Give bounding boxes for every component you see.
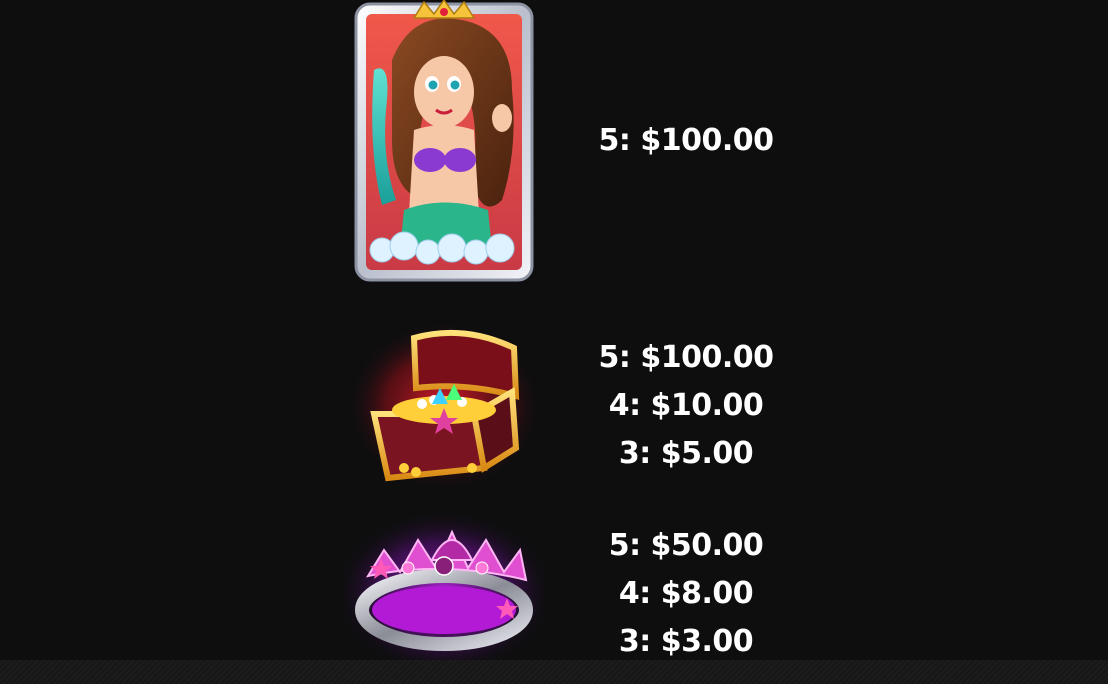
paytable-page: 5: $100.00 5: $100.00 4: $10.00 3: $5.00… (0, 0, 1108, 684)
payout-line: 5: $50.00 (608, 528, 764, 563)
paytable-row-treasure-chest: 5: $100.00 4: $10.00 3: $5.00 (0, 318, 1108, 498)
treasure-chest-payouts: 5: $100.00 4: $10.00 3: $5.00 (586, 334, 786, 478)
treasure-chest-icon (344, 318, 544, 494)
payout-line: 5: $100.00 (598, 123, 774, 158)
bottom-strip (0, 660, 1108, 684)
payout-line: 3: $3.00 (618, 624, 754, 659)
mermaid-payouts: 5: $100.00 (586, 117, 786, 165)
payout-line: 4: $8.00 (618, 576, 754, 611)
payout-line: 5: $100.00 (598, 340, 774, 375)
paytable-row-mermaid: 5: $100.00 (0, 0, 1108, 290)
tiara-payouts: 5: $50.00 4: $8.00 3: $3.00 (586, 522, 786, 666)
mermaid-icon (352, 0, 536, 285)
paytable-row-tiara: 5: $50.00 4: $8.00 3: $3.00 (0, 510, 1108, 660)
tiara-icon (344, 510, 544, 660)
payout-line: 4: $10.00 (608, 388, 764, 423)
payout-line: 3: $5.00 (618, 436, 754, 471)
